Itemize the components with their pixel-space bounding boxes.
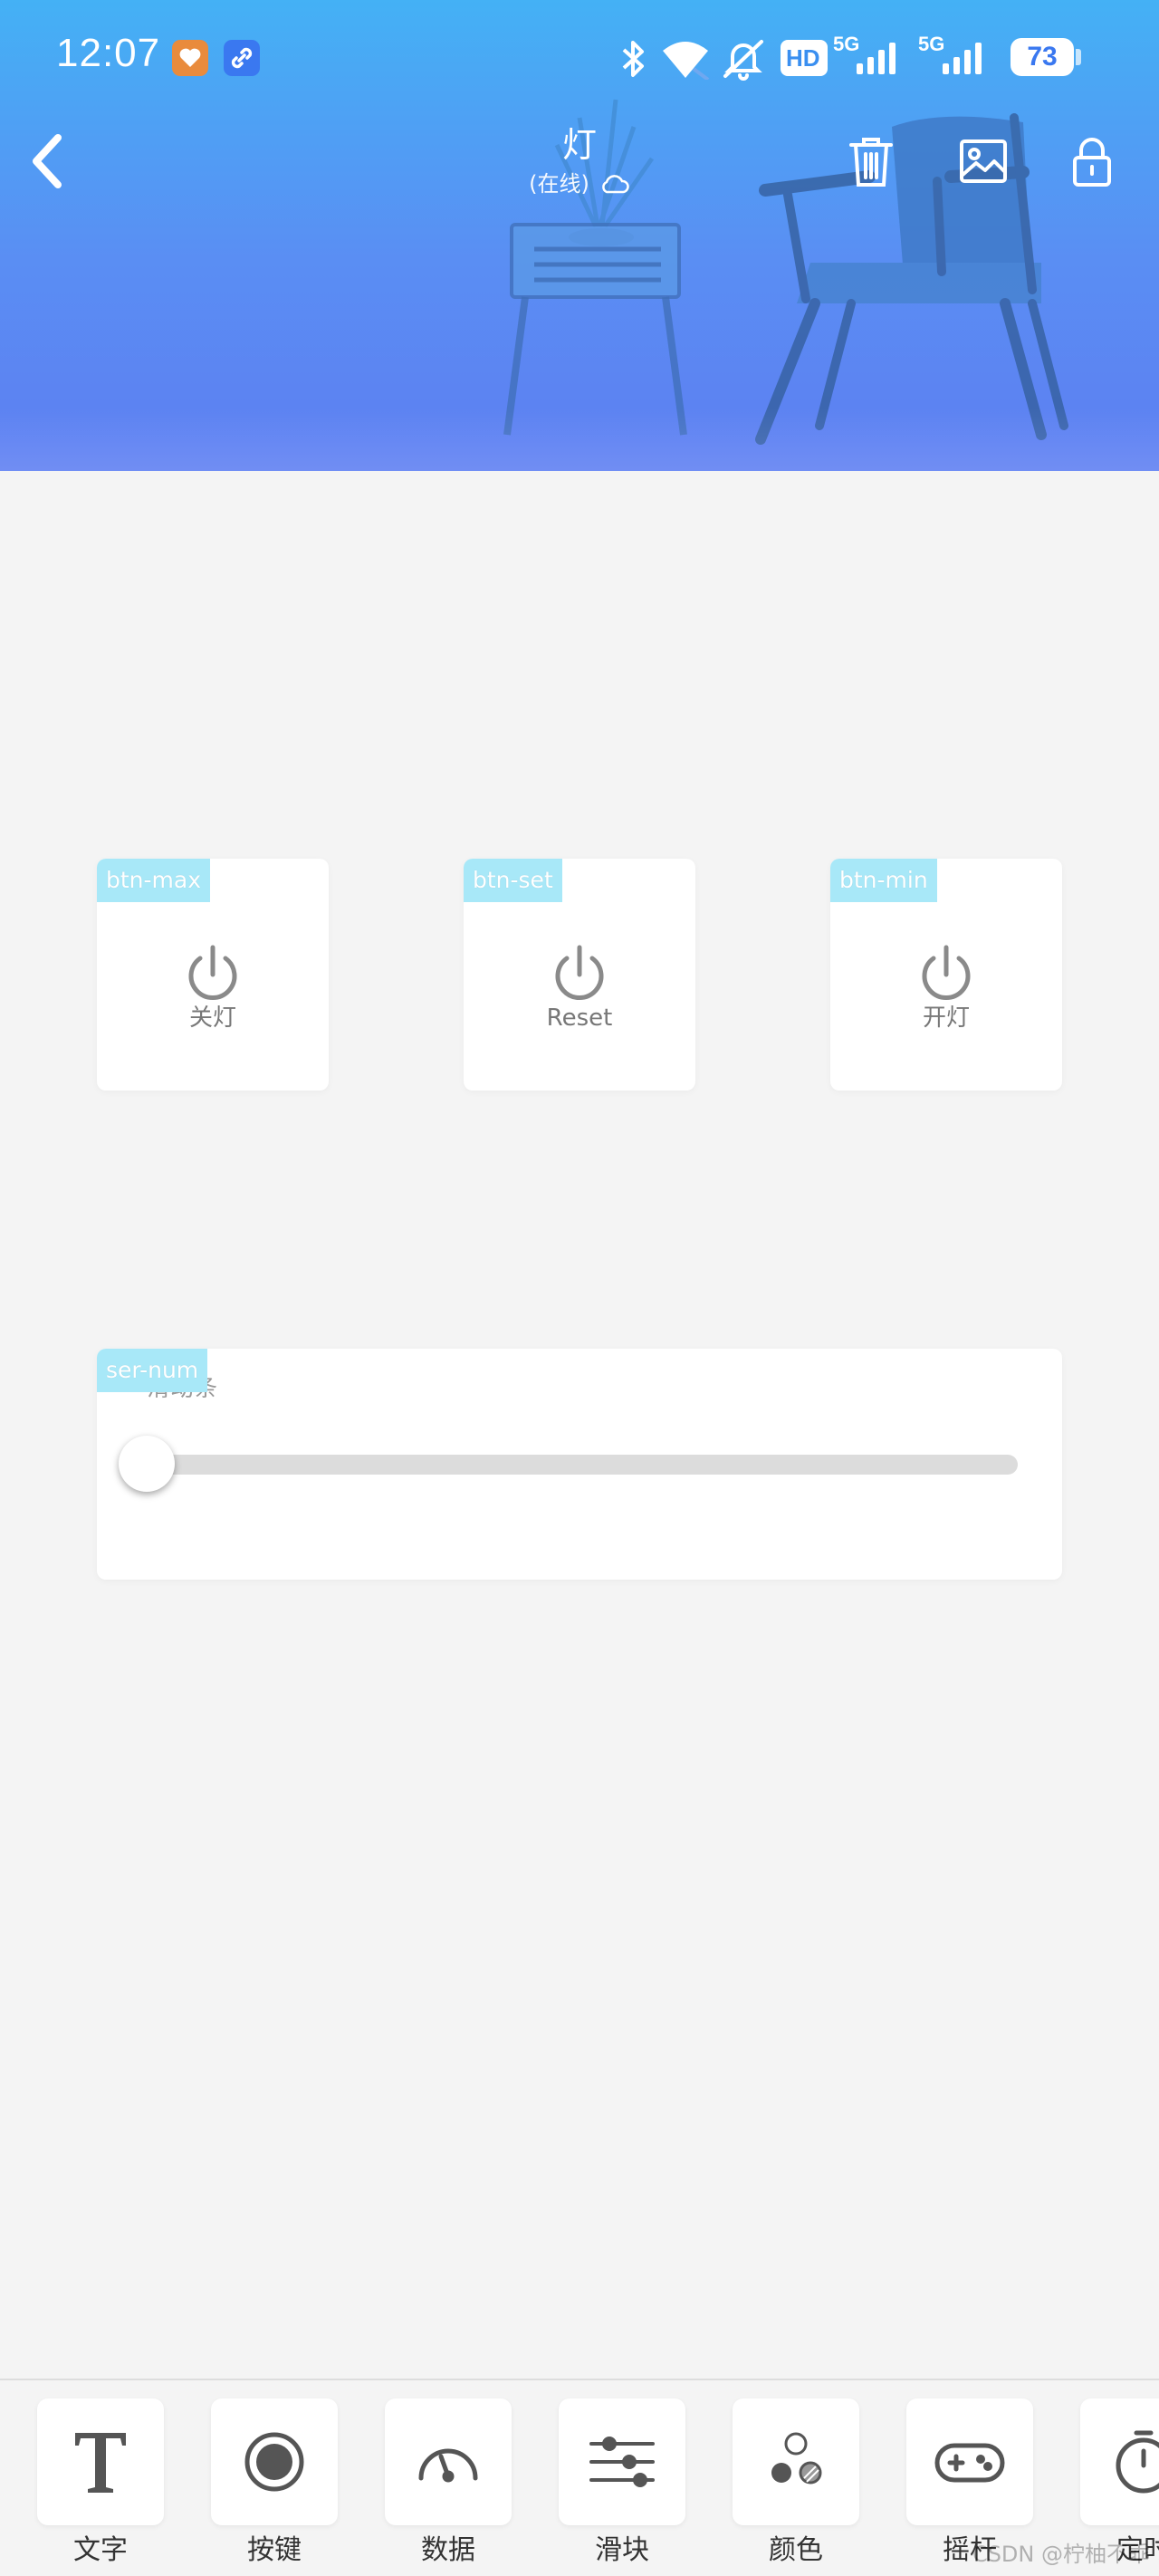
- toolbar-item-color[interactable]: 颜色: [733, 2398, 859, 2571]
- slider-widget-ser-num: 滑动条 ser-num: [97, 1349, 1062, 1580]
- button-widget-btn-min[interactable]: btn-min 开灯: [830, 859, 1062, 1091]
- battery-cap: [1076, 49, 1081, 65]
- tool-tile: [559, 2398, 685, 2525]
- tool-label: 文字: [73, 2534, 128, 2566]
- tool-label: 滑块: [595, 2534, 649, 2566]
- toolbar-item-text[interactable]: 文字: [37, 2398, 164, 2571]
- button-icon: [244, 2432, 304, 2492]
- header-banner: 12:07 HD 5G 5G 73 灯 (在线): [0, 0, 1159, 471]
- widget-key-tag: btn-set: [464, 859, 562, 902]
- bluetooth-icon: [622, 41, 644, 77]
- toolbar-item-button[interactable]: 按键: [211, 2398, 338, 2571]
- status-time: 12:07: [56, 31, 161, 75]
- title-block: 灯 (在线): [398, 118, 761, 197]
- button-widget-btn-set[interactable]: btn-set Reset: [464, 859, 695, 1091]
- timer-icon: [1116, 2430, 1159, 2494]
- button-widget-btn-max[interactable]: btn-max 关灯: [97, 859, 329, 1091]
- toolbar-item-data[interactable]: 数据: [385, 2398, 512, 2571]
- link-app-icon: [224, 40, 260, 76]
- tool-tile: [733, 2398, 859, 2525]
- nav-bar: 灯 (在线): [0, 118, 1159, 208]
- signal-icon: [857, 43, 896, 74]
- tool-tile: [1080, 2398, 1159, 2525]
- back-icon: [33, 134, 62, 188]
- widget-key-tag: ser-num: [97, 1349, 208, 1392]
- page-title: 灯: [561, 125, 597, 165]
- slider-icon: [589, 2437, 655, 2487]
- tool-label: 按键: [247, 2534, 302, 2566]
- mute-icon: [723, 40, 763, 81]
- widget-key-tag: btn-min: [830, 859, 937, 902]
- delete-button[interactable]: [842, 132, 900, 190]
- heart-app-icon: [172, 40, 208, 76]
- signal-icon-2: [943, 43, 982, 74]
- status-bar: 12:07 HD 5G 5G 73: [0, 0, 1159, 118]
- widget-key-tag: btn-max: [97, 859, 211, 902]
- gamepad-icon: [934, 2443, 1005, 2483]
- image-icon: [960, 139, 1007, 183]
- trash-icon: [849, 138, 893, 187]
- slider-thumb[interactable]: [119, 1436, 175, 1492]
- widget-toolbar: 文字 按键 数据 滑块 颜色 摇杆 定: [0, 2379, 1159, 2576]
- tool-tile: [37, 2398, 164, 2525]
- text-icon: [75, 2433, 126, 2493]
- tool-label: 颜色: [769, 2534, 823, 2566]
- back-button[interactable]: [18, 125, 81, 197]
- tool-label: 数据: [421, 2534, 475, 2566]
- tool-label: 定时: [1116, 2534, 1159, 2566]
- gauge-icon: [418, 2448, 478, 2483]
- hd-badge: HD: [781, 40, 828, 76]
- tool-tile: [385, 2398, 512, 2525]
- button-label: 开灯: [922, 1004, 970, 1032]
- online-status: (在线): [529, 171, 589, 197]
- tool-tile: [906, 2398, 1033, 2525]
- lock-button[interactable]: [1063, 132, 1121, 190]
- wifi-icon: [663, 42, 710, 80]
- button-label: Reset: [546, 1004, 613, 1032]
- button-label: 关灯: [188, 1004, 236, 1032]
- toolbar-item-timer[interactable]: 定时: [1080, 2398, 1159, 2571]
- tool-tile: [211, 2398, 338, 2525]
- battery-icon: 73: [1011, 38, 1074, 76]
- lock-icon: [1073, 138, 1111, 187]
- color-icon: [771, 2432, 822, 2485]
- background-image-button[interactable]: [954, 132, 1012, 190]
- slider-track[interactable]: [147, 1455, 1018, 1475]
- tool-label: 摇杆: [943, 2534, 997, 2566]
- floor-gradient: [0, 408, 1159, 471]
- toolbar-item-slider[interactable]: 滑块: [559, 2398, 685, 2571]
- toolbar-item-joystick[interactable]: 摇杆: [906, 2398, 1033, 2571]
- cloud-icon: [602, 175, 629, 194]
